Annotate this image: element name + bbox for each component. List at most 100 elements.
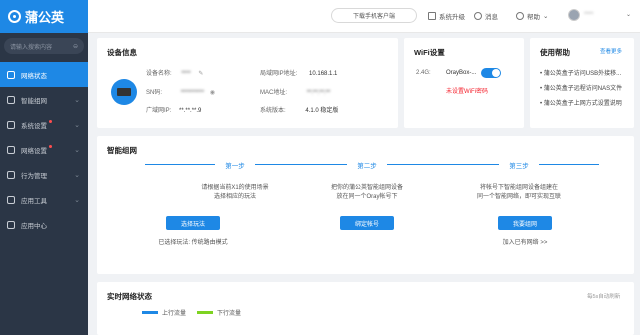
wan-ip-row: 广域网IP: **.**.**.9 (146, 105, 201, 114)
step-3-desc: 将帐号下智能组网设备组建在 同一个智能网络，即可实现互联 (459, 184, 579, 202)
notification-dot (49, 120, 52, 123)
wifi-title: WiFi设置 (414, 48, 445, 57)
sidebar-item-label: 应用工具 (21, 197, 47, 205)
help-item[interactable]: 蒲公英盒子上网方式设置说明 (540, 98, 622, 107)
legend-download: 下行流量 (197, 308, 241, 317)
user-name[interactable]: **** (584, 12, 593, 18)
mac-value: **:**:**:** (306, 90, 331, 96)
mac-row: MAC地址: **:**:**:** (260, 87, 330, 96)
step-3-desc-line2: 同一个智能网络，即可实现互联 (476, 194, 561, 200)
legend-label: 上行流量 (162, 311, 187, 317)
lan-ip-row: 局域网IP地址: 10.168.1.1 (260, 68, 337, 77)
step-1-desc-line2: 选择相应的玩法 (213, 194, 256, 200)
step-3-label: 第三步 (499, 160, 539, 170)
device-image (111, 79, 137, 105)
legend-label: 下行流量 (217, 311, 242, 317)
tools-icon (7, 195, 15, 204)
brand-logo[interactable]: 蒲公英 (0, 0, 88, 33)
download-app-button[interactable]: 下载手机客户端 (331, 8, 417, 23)
messages-label: 消息 (485, 14, 498, 21)
step-3-desc-line1: 将帐号下智能组网设备组建在 (479, 185, 558, 191)
realtime-status-title: 实时网络状态 (107, 292, 152, 301)
eye-icon[interactable]: ◉ (210, 90, 215, 96)
sidebar-item-label: 智能组网 (21, 97, 47, 105)
dandelion-logo-icon (8, 10, 21, 23)
sidebar-item-label: 系统设置 (21, 122, 47, 130)
help-label: 帮助 (527, 14, 540, 21)
edit-icon[interactable]: ✎ (198, 71, 203, 77)
sidebar-item-label: 应用中心 (21, 222, 47, 230)
sidebar-item-smart-network[interactable]: 智能组网 ⌄ (0, 87, 88, 112)
sidebar-item-behavior-management[interactable]: 行为管理 ⌄ (0, 162, 88, 187)
device-name-label: 设备名称: (146, 71, 172, 77)
sidebar: 蒲公英 请输入搜索内容 ⊖ 网络状态 智能组网 ⌄ 系统设置 ⌄ 网络设置 ⌄ (0, 0, 88, 335)
version-row: 系统版本: 4.1.0 稳定版 (260, 105, 338, 114)
chevron-down-icon: ⌄ (74, 96, 80, 104)
bell-icon (474, 12, 482, 20)
set-wifi-password-link[interactable]: 未设置WiFi密码 (446, 86, 488, 95)
step-connector (539, 164, 599, 165)
step-connector (255, 164, 347, 165)
wan-ip-label: 广域网IP: (146, 108, 172, 114)
lan-ip-label: 局域网IP地址: (260, 71, 298, 77)
device-info-title: 设备信息 (107, 48, 137, 57)
sidebar-item-label: 行为管理 (21, 172, 47, 180)
refresh-note: 每5s自动刷新 (587, 294, 621, 300)
messages-link[interactable]: 消息 (474, 11, 498, 21)
help-title: 使用帮助 (540, 48, 570, 57)
shield-icon (7, 170, 15, 179)
notification-dot (49, 145, 52, 148)
help-item[interactable]: 蒲公英盒子访问USB外接移... (540, 68, 621, 77)
view-more-link[interactable]: 查看更多 (600, 47, 622, 55)
create-network-button[interactable]: 我要组网 (498, 216, 552, 230)
sidebar-item-network-settings[interactable]: 网络设置 ⌄ (0, 137, 88, 162)
sn-row: SN码: ********** ◉ (146, 87, 215, 96)
wifi-band: 2.4G: (416, 70, 431, 76)
legend-swatch (142, 311, 158, 314)
step-2-desc-line2: 放在同一个Oray帐号下 (336, 194, 398, 200)
realtime-status-card: 实时网络状态 每5s自动刷新 上行流量 下行流量 (97, 282, 634, 335)
sidebar-item-network-status[interactable]: 网络状态 (0, 62, 88, 87)
help-item[interactable]: 蒲公英盒子远程访问NAS文件 (540, 83, 622, 92)
step-1-desc-line1: 请根据当前X1的使用场景 (201, 185, 269, 191)
device-name-value: **** (181, 71, 191, 77)
bind-account-button[interactable]: 绑定帐号 (340, 216, 394, 230)
step-2-desc-line1: 把你的蒲公英智能组网设备 (330, 185, 403, 191)
top-bar: 下载手机客户端 系统升级 消息 帮助 ⌄ **** ⌄ (88, 0, 640, 33)
monitor-icon (7, 70, 15, 79)
sidebar-item-app-tools[interactable]: 应用工具 ⌄ (0, 187, 88, 212)
chevron-down-icon[interactable]: ⌄ (626, 11, 631, 18)
sn-label: SN码: (146, 90, 163, 96)
globe-icon (7, 145, 15, 154)
sidebar-search-input[interactable]: 请输入搜索内容 ⊖ (4, 38, 84, 54)
lan-ip-value: 10.168.1.1 (309, 71, 338, 77)
version-value: 4.1.0 稳定版 (305, 108, 339, 114)
device-info-card: 设备信息 设备名称: **** ✎ SN码: ********** ◉ 广域网I… (97, 38, 398, 128)
apps-icon (7, 220, 15, 229)
chevron-down-icon: ⌄ (74, 121, 80, 129)
mac-label: MAC地址: (260, 90, 288, 96)
wifi-toggle[interactable] (481, 68, 501, 78)
help-menu[interactable]: 帮助 ⌄ (516, 11, 548, 21)
smart-network-card: 智能组网 第一步 第二步 第三步 请根据当前X1的使用场景 选择相应的玩法 把你… (97, 136, 634, 274)
step-2-desc: 把你的蒲公英智能组网设备 放在同一个Oray帐号下 (307, 184, 427, 202)
sidebar-item-app-center[interactable]: 应用中心 (0, 212, 88, 237)
legend-swatch (197, 311, 213, 314)
system-upgrade-link[interactable]: 系统升级 (428, 11, 465, 21)
search-icon[interactable]: ⊖ (73, 43, 78, 50)
question-icon (516, 12, 524, 20)
sn-value: ********** (180, 90, 205, 96)
sidebar-item-system-settings[interactable]: 系统设置 ⌄ (0, 112, 88, 137)
chevron-down-icon: ⌄ (543, 13, 549, 20)
step-1-label: 第一步 (215, 160, 255, 170)
choose-mode-button[interactable]: 选择玩法 (166, 216, 220, 230)
gear-icon (7, 120, 15, 129)
join-network-link[interactable]: 加入已有网络 >> (460, 237, 590, 246)
sidebar-item-label: 网络状态 (21, 72, 47, 80)
smart-network-title: 智能组网 (107, 146, 137, 155)
wifi-ssid: OrayBox-... (446, 70, 477, 76)
brand-name: 蒲公英 (25, 10, 65, 25)
help-card: 使用帮助 查看更多 蒲公英盒子访问USB外接移... 蒲公英盒子远程访问NAS文… (530, 38, 634, 128)
selected-mode-note: 已选择玩法: 传统路由模式 (158, 240, 228, 246)
avatar[interactable] (568, 9, 580, 21)
